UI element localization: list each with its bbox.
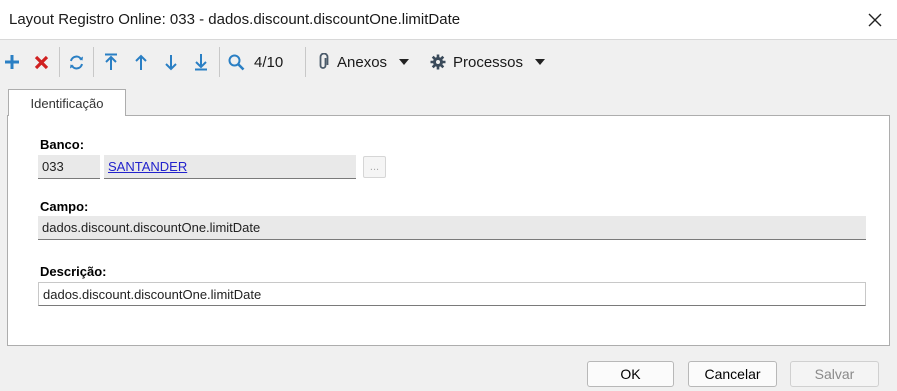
arrow-up-icon <box>135 54 147 70</box>
delete-x-icon <box>34 55 48 69</box>
close-button[interactable] <box>853 0 897 40</box>
banco-code-field[interactable]: 033 <box>38 155 100 179</box>
processes-menu[interactable]: Processos <box>430 49 554 75</box>
window-title: Layout Registro Online: 033 - dados.disc… <box>9 11 461 28</box>
gear-icon <box>430 54 446 70</box>
plus-icon <box>5 55 19 69</box>
record-counter: 4/10 <box>254 53 284 71</box>
previous-record-button[interactable] <box>131 49 151 75</box>
paperclip-icon <box>319 53 329 69</box>
tab-identificacao[interactable]: Identificação <box>8 89 126 117</box>
campo-label: Campo: <box>40 199 89 214</box>
delete-button[interactable] <box>31 49 51 75</box>
toolbar-separator <box>305 47 306 77</box>
toolbar-separator <box>219 47 220 77</box>
search-icon <box>228 54 244 70</box>
save-button[interactable]: Salvar <box>790 361 879 387</box>
cancel-button[interactable]: Cancelar <box>688 361 777 387</box>
first-record-button[interactable] <box>101 49 121 75</box>
title-bar: Layout Registro Online: 033 - dados.disc… <box>0 0 897 40</box>
refresh-icon <box>69 55 83 69</box>
attachments-menu[interactable]: Anexos <box>316 49 422 75</box>
toolbar-separator <box>93 47 94 77</box>
banco-name-field[interactable]: SANTANDER <box>104 155 356 179</box>
toolbar: 4/10 Anexos Processos <box>0 41 897 83</box>
campo-field[interactable]: dados.discount.discountOne.limitDate <box>38 216 866 240</box>
descricao-field[interactable]: dados.discount.discountOne.limitDate <box>38 282 866 306</box>
banco-label: Banco: <box>40 137 85 152</box>
add-button[interactable] <box>2 49 22 75</box>
attachments-label: Anexos <box>337 53 388 71</box>
arrow-to-bottom-icon <box>195 54 207 71</box>
dropdown-arrow-icon <box>535 59 546 65</box>
toolbar-separator <box>59 47 60 77</box>
ok-button[interactable]: OK <box>587 361 674 387</box>
arrow-down-icon <box>165 54 177 70</box>
tab-label: Identificação <box>30 95 104 111</box>
close-icon <box>868 13 882 27</box>
banco-name-link[interactable]: SANTANDER <box>108 159 187 174</box>
refresh-button[interactable] <box>65 49 87 75</box>
search-button[interactable] <box>226 49 246 75</box>
processes-label: Processos <box>453 53 524 71</box>
next-record-button[interactable] <box>161 49 181 75</box>
dropdown-arrow-icon <box>399 59 410 65</box>
arrow-to-top-icon <box>105 53 117 70</box>
descricao-label: Descrição: <box>40 264 107 279</box>
last-record-button[interactable] <box>191 49 211 75</box>
banco-lookup-button[interactable]: ... <box>363 156 386 178</box>
